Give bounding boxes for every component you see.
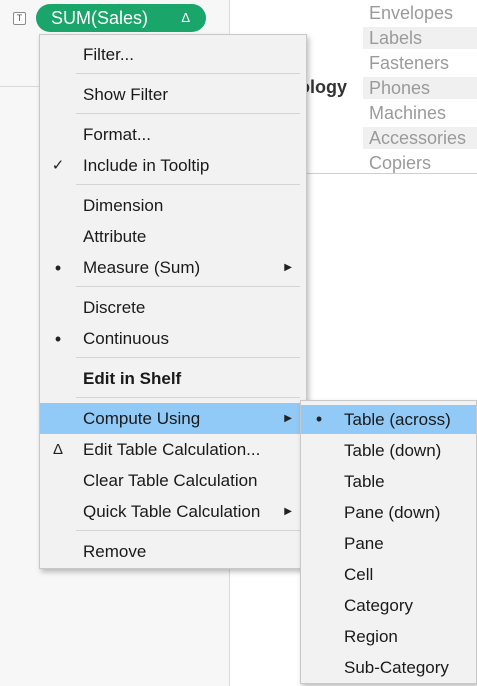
table-calc-delta-icon: Δ <box>181 10 190 25</box>
menu-item-measure[interactable]: • Measure (Sum) ▶ <box>40 254 306 282</box>
menu-item-label: Remove <box>83 542 147 561</box>
checkmark-icon: ✓ <box>51 157 65 174</box>
submenu-item-sub-category[interactable]: Sub-Category <box>301 653 476 682</box>
text-mark-icon: T <box>13 12 26 25</box>
menu-item-edit-in-shelf[interactable]: Edit in Shelf <box>40 365 306 393</box>
row-divider <box>300 173 477 174</box>
menu-item-label: Continuous <box>83 329 170 348</box>
submenu-item-cell[interactable]: Cell <box>301 560 476 589</box>
menu-separator <box>76 357 300 358</box>
menu-separator <box>76 397 300 398</box>
submenu-arrow-icon: ▶ <box>284 413 292 424</box>
submenu-arrow-icon: ▶ <box>284 262 292 273</box>
menu-item-clear-table-calculation[interactable]: Clear Table Calculation <box>40 467 306 495</box>
menu-item-label: Dimension <box>83 196 164 215</box>
menu-item-label: Edit in Shelf <box>83 369 182 388</box>
menu-item-show-filter[interactable]: Show Filter <box>40 81 306 109</box>
list-item: Machines <box>369 103 447 123</box>
menu-item-label: Include in Tooltip <box>83 156 210 175</box>
menu-item-label: Clear Table Calculation <box>83 471 258 490</box>
submenu-item-label: Table <box>344 472 385 491</box>
submenu-item-label: Region <box>344 627 398 646</box>
list-item: Copiers <box>369 153 432 173</box>
submenu-item-pane-down[interactable]: Pane (down) <box>301 498 476 527</box>
menu-item-include-in-tooltip[interactable]: ✓ Include in Tooltip <box>40 152 306 180</box>
menu-separator <box>76 530 300 531</box>
submenu-item-label: Cell <box>344 565 374 584</box>
menu-separator <box>76 184 300 185</box>
submenu-item-table-down[interactable]: Table (down) <box>301 436 476 465</box>
menu-item-label: Edit Table Calculation... <box>83 440 261 459</box>
menu-item-remove[interactable]: Remove <box>40 538 306 566</box>
list-item: Phones <box>363 77 477 99</box>
menu-item-compute-using[interactable]: Compute Using ▶ <box>40 403 306 434</box>
submenu-item-label: Table (down) <box>344 441 442 460</box>
sum-sales-pill[interactable]: SUM(Sales) Δ <box>36 4 206 32</box>
submenu-arrow-icon: ▶ <box>284 506 292 517</box>
menu-item-attribute[interactable]: Attribute <box>40 223 306 251</box>
bullet-icon: • <box>54 329 62 349</box>
menu-item-continuous[interactable]: • Continuous <box>40 325 306 353</box>
submenu-item-label: Category <box>344 596 413 615</box>
menu-item-label: Show Filter <box>83 85 169 104</box>
menu-item-label: Compute Using <box>83 409 201 428</box>
submenu-item-table-across[interactable]: • Table (across) <box>301 405 476 434</box>
submenu-item-label: Sub-Category <box>344 658 449 677</box>
menu-item-dimension[interactable]: Dimension <box>40 192 306 220</box>
pill-label: SUM(Sales) <box>51 8 149 28</box>
menu-item-filter[interactable]: Filter... <box>40 41 306 69</box>
bullet-icon: • <box>315 409 323 429</box>
list-item: Envelopes <box>369 3 454 23</box>
menu-item-edit-table-calculation[interactable]: Δ Edit Table Calculation... <box>40 436 306 464</box>
delta-icon: Δ <box>52 441 64 458</box>
list-item: Accessories <box>363 127 477 149</box>
menu-separator <box>76 286 300 287</box>
menu-item-label: Attribute <box>83 227 147 246</box>
menu-item-format[interactable]: Format... <box>40 121 306 149</box>
submenu-item-region[interactable]: Region <box>301 622 476 651</box>
menu-item-discrete[interactable]: Discrete <box>40 294 306 322</box>
menu-item-label: Measure (Sum) <box>83 258 201 277</box>
submenu-item-table[interactable]: Table <box>301 467 476 496</box>
menu-item-label: Quick Table Calculation <box>83 502 261 521</box>
menu-separator <box>76 113 300 114</box>
menu-item-quick-table-calculation[interactable]: Quick Table Calculation ▶ <box>40 498 306 526</box>
compute-using-submenu: • Table (across) Table (down) Table Pane… <box>300 400 477 684</box>
menu-item-label: Discrete <box>83 298 146 317</box>
menu-item-label: Filter... <box>83 45 135 64</box>
pill-context-menu: Filter... Show Filter Format... ✓ Includ… <box>39 34 307 569</box>
list-item: Labels <box>363 27 477 49</box>
submenu-item-label: Pane (down) <box>344 503 441 522</box>
menu-item-label: Format... <box>83 125 152 144</box>
submenu-item-category[interactable]: Category <box>301 591 476 620</box>
submenu-item-pane[interactable]: Pane <box>301 529 476 558</box>
list-item: Fasteners <box>369 53 450 73</box>
bullet-icon: • <box>54 258 62 278</box>
submenu-item-label: Pane <box>344 534 384 553</box>
submenu-item-label: Table (across) <box>344 410 451 429</box>
menu-separator <box>76 73 300 74</box>
